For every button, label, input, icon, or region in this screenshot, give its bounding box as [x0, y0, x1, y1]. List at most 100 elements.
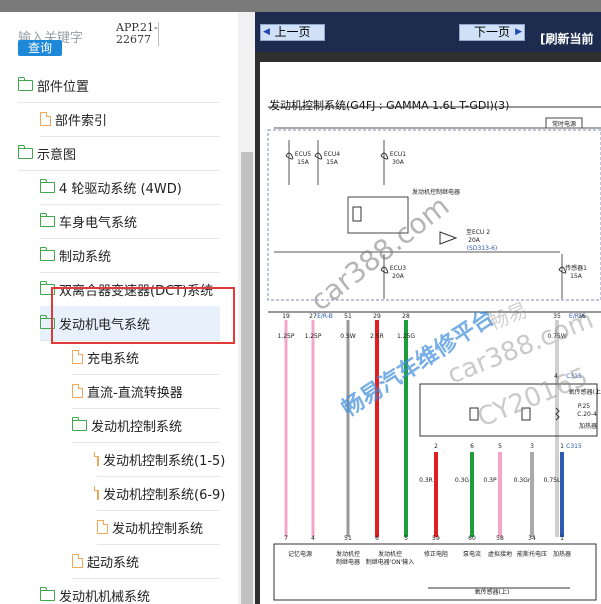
bottom-label: 泵电流	[463, 550, 481, 558]
highlight-box	[51, 287, 235, 344]
document-icon	[72, 349, 84, 364]
folder-icon	[39, 178, 55, 193]
folder-icon	[71, 416, 87, 431]
sensor-pin-number: 3	[530, 443, 534, 450]
tree-item-label: 起动系统	[87, 555, 140, 571]
diagram-page: 发动机控制系统(G4FJ : GAMMA 1.6L T-GDI)(3) 常时电源…	[260, 62, 601, 604]
document-icon	[97, 519, 109, 534]
bottom-pin-number: 1	[560, 535, 564, 542]
sensor-wire-label: 0.3G	[455, 477, 470, 484]
document-icon	[72, 553, 84, 568]
tree-item[interactable]: 部件位置	[17, 68, 220, 103]
bottom-pin-number: 4	[311, 535, 315, 542]
tree-item[interactable]: 发动机控制系统(6-9)	[94, 476, 225, 511]
arrow-right-icon: ▶	[515, 27, 522, 37]
diode-icon	[439, 231, 458, 245]
tree-item-label: 发动机控制系统(1-5)	[103, 453, 226, 469]
bottom-label: 制继电器	[336, 558, 360, 566]
c315-label: C315	[566, 443, 582, 450]
tree-item-label: 发动机控制系统	[112, 521, 204, 537]
tree-item-label: 部件位置	[37, 79, 90, 95]
tree-item[interactable]: 发动机控制系统	[71, 408, 220, 443]
heater-label: 加热器	[579, 422, 597, 430]
tree-item-label: 部件索引	[55, 113, 108, 129]
tree-item-label: 发动机控制系统	[91, 419, 183, 435]
wire-label: 0.5W	[340, 333, 356, 340]
sensor-pin-number: 5	[498, 443, 502, 450]
sensor-ref: C.20-4	[577, 411, 597, 418]
bottom-label: 修正电阻	[424, 550, 448, 558]
tree-item-label: 直流-直流转换器	[87, 385, 183, 401]
search-area: 输入关键字 查询 APP.21-22677	[0, 12, 255, 68]
tree-item[interactable]: 4 轮驱动系统 (4WD)	[39, 170, 220, 205]
folder-icon	[39, 586, 55, 601]
fuse-rating: 15A	[570, 273, 583, 280]
tree-item[interactable]: 车身电气系统	[39, 204, 220, 239]
next-page-label: 下一页	[473, 25, 510, 39]
bottom-pin-number: 7	[284, 535, 288, 542]
bottom-label: 虚拟接地	[488, 550, 512, 558]
connector-pin-number: 27	[309, 313, 317, 320]
refresh-current-link[interactable]: [刷新当前	[540, 30, 594, 47]
navigation-pane: 输入关键字 查询 APP.21-22677 部件位置部件索引示意图 4 轮驱动系统…	[0, 12, 255, 604]
watermark-site: car388.com	[304, 189, 455, 317]
bottom-label: 发动机控	[336, 550, 360, 558]
next-page-button[interactable]: 下一页 ▶	[459, 24, 525, 41]
viewer-toolbar: ◀ 上一页 下一页 ▶ [刷新当前	[255, 12, 601, 52]
window-top-bar	[0, 0, 601, 12]
tree-item[interactable]: 直流-直流转换器	[72, 374, 220, 409]
arrow-left-icon: ◀	[263, 27, 270, 37]
tree-item[interactable]: 发动机机械系统	[39, 578, 220, 604]
bottom-label: 制继电器'ON'输入	[366, 558, 415, 566]
fuse-rating: 15A	[326, 159, 339, 166]
sensor-pin-number: 1	[560, 443, 564, 450]
sensor-wire-label: 0.3R	[419, 477, 433, 484]
ecu2-label: 至ECU 2	[466, 229, 490, 236]
tree-item[interactable]: 充电系统	[72, 340, 220, 375]
tree-item[interactable]: 发动机控制系统(1-5)	[94, 442, 225, 477]
fuse-rating: 30A	[392, 159, 405, 166]
document-icon	[94, 451, 100, 466]
tree-item[interactable]: 制动系统	[39, 238, 220, 273]
fuse-rating: 20A	[392, 273, 405, 280]
ecu2-rating: 20A	[468, 237, 481, 244]
fuse-name: ECU5	[295, 151, 311, 158]
bottom-label: 发动机控	[378, 550, 402, 558]
bottom-label: 加热器	[553, 550, 571, 558]
wire-label: 1.25P	[305, 333, 322, 340]
tree-item[interactable]: 发动机控制系统	[97, 510, 220, 545]
tree-item-label: 车身电气系统	[59, 215, 138, 231]
search-button[interactable]: 查询	[18, 40, 62, 56]
bottom-label: 记忆电源	[288, 550, 312, 558]
fuse-name: ECU3	[390, 265, 406, 272]
tree-item-label: 发动机机械系统	[59, 589, 151, 604]
bottom-pin-number: 51	[344, 535, 352, 542]
tree-item[interactable]: 示意图	[17, 136, 220, 171]
scrollbar-thumb[interactable]	[241, 152, 253, 604]
prev-page-button[interactable]: ◀ 上一页	[260, 24, 325, 41]
document-viewer: ◀ 上一页 下一页 ▶ [刷新当前 发动机控制系统(G4FJ : GAMMA 1…	[255, 12, 601, 604]
tree-item-label: 充电系统	[87, 351, 140, 367]
always-power-label: 常时电源	[552, 120, 576, 128]
fuse-name: ECU1	[390, 151, 406, 158]
search-result-code: APP.21-22677	[116, 21, 159, 46]
wire-label: 1.25P	[278, 333, 295, 340]
sensor-wire-label: 0.3Gr	[514, 477, 531, 484]
sensor-pin-number: 6	[470, 443, 474, 450]
ecu2-ref: (SD313-6)	[467, 245, 498, 252]
bottom-pin-number: 34	[528, 535, 536, 542]
bottom-pin-number: 58	[496, 535, 504, 542]
bottom-pin-number: 5	[404, 535, 408, 542]
bottom-pin-number: 6	[375, 535, 379, 542]
wire-label: 1.25G	[397, 333, 415, 340]
module-label: 氧传感器(上)	[475, 588, 510, 596]
sensor-ref: P.25	[578, 403, 590, 410]
wire-label: 2.5R	[370, 333, 384, 340]
tree-item[interactable]: 部件索引	[40, 102, 220, 137]
sensor-pin-number: 2	[434, 443, 438, 450]
folder-icon	[17, 144, 33, 159]
connector-pin-number: 29	[373, 313, 381, 320]
tree-item[interactable]: 起动系统	[72, 544, 220, 579]
folder-icon	[39, 212, 55, 227]
prev-page-label: 上一页	[274, 25, 311, 39]
